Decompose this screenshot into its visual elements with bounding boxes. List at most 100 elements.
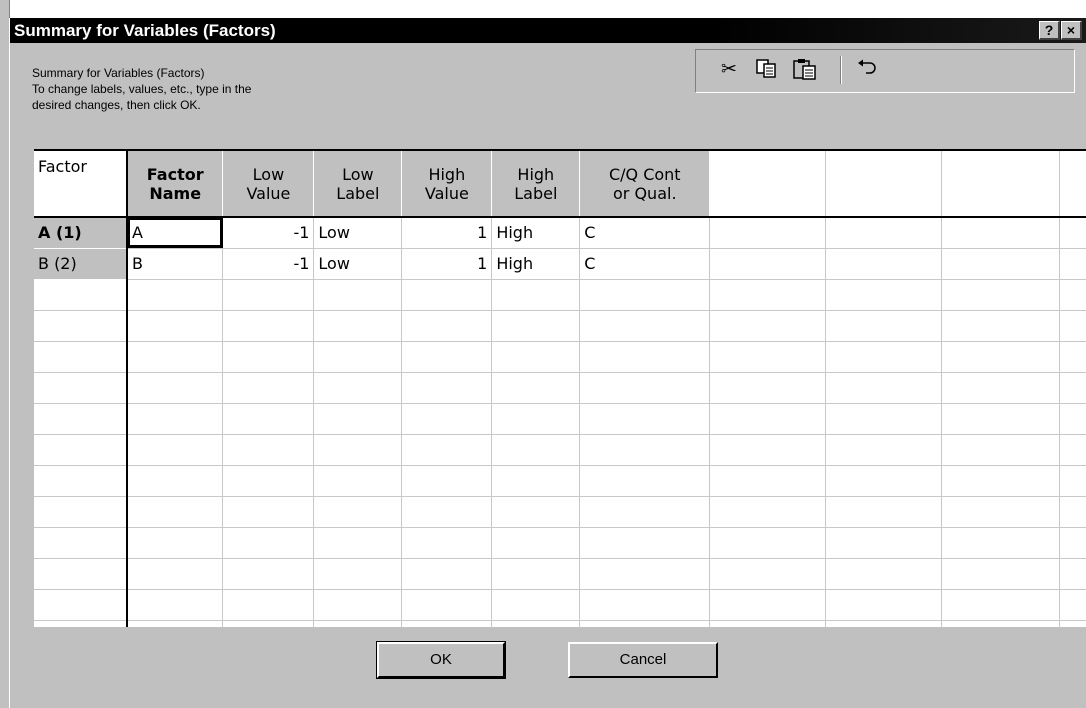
empty-cell[interactable] — [1059, 434, 1086, 466]
empty-cell[interactable] — [579, 434, 711, 466]
empty-cell[interactable] — [941, 310, 1060, 342]
row-header-a[interactable]: A (1) — [34, 217, 128, 249]
empty-cell[interactable] — [709, 496, 827, 528]
empty-cell[interactable] — [709, 589, 827, 621]
empty-cell[interactable] — [941, 341, 1060, 373]
empty-cell[interactable] — [1059, 620, 1086, 627]
row-header-b[interactable]: B (2) — [34, 248, 128, 280]
empty-cell[interactable] — [491, 279, 581, 311]
empty-cell[interactable] — [1059, 279, 1086, 311]
column-header-high-label[interactable]: High Label — [491, 151, 581, 218]
empty-cell[interactable] — [222, 527, 315, 559]
empty-cell[interactable] — [825, 279, 943, 311]
paste-button[interactable] — [792, 58, 818, 82]
cell-high-label[interactable]: High — [491, 217, 581, 249]
empty-cell[interactable] — [1059, 217, 1086, 249]
empty-cell[interactable] — [222, 465, 315, 497]
empty-cell[interactable] — [579, 620, 711, 627]
empty-cell[interactable] — [709, 372, 827, 404]
cut-button[interactable]: ✂ — [716, 58, 742, 82]
empty-cell[interactable] — [825, 248, 943, 280]
empty-cell[interactable] — [126, 279, 224, 311]
empty-cell[interactable] — [579, 372, 711, 404]
empty-cell[interactable] — [222, 434, 315, 466]
empty-cell[interactable] — [313, 558, 403, 590]
empty-cell[interactable] — [709, 620, 827, 627]
empty-cell[interactable] — [491, 372, 581, 404]
empty-cell[interactable] — [1059, 496, 1086, 528]
empty-cell[interactable] — [491, 434, 581, 466]
empty-cell[interactable] — [709, 310, 827, 342]
column-header-factor-name[interactable]: Factor Name — [126, 151, 224, 218]
empty-cell[interactable] — [941, 279, 1060, 311]
empty-cell[interactable] — [313, 527, 403, 559]
empty-cell[interactable] — [825, 465, 943, 497]
empty-cell[interactable] — [941, 558, 1060, 590]
empty-cell[interactable] — [401, 496, 493, 528]
empty-cell[interactable] — [709, 248, 827, 280]
empty-cell[interactable] — [401, 465, 493, 497]
cell-high-label[interactable]: High — [491, 248, 581, 280]
empty-cell[interactable] — [401, 372, 493, 404]
empty-cell[interactable] — [709, 465, 827, 497]
empty-cell[interactable] — [491, 589, 581, 621]
empty-cell[interactable] — [126, 310, 224, 342]
empty-cell[interactable] — [313, 341, 403, 373]
empty-cell[interactable] — [222, 620, 315, 627]
cell-factor-name[interactable]: B — [126, 248, 224, 280]
empty-cell[interactable] — [709, 527, 827, 559]
empty-cell[interactable] — [401, 589, 493, 621]
empty-cell[interactable] — [941, 496, 1060, 528]
empty-cell[interactable] — [126, 620, 224, 627]
empty-cell[interactable] — [126, 434, 224, 466]
empty-cell[interactable] — [1059, 403, 1086, 435]
empty-cell[interactable] — [825, 496, 943, 528]
empty-cell[interactable] — [401, 620, 493, 627]
empty-cell[interactable] — [222, 589, 315, 621]
empty-cell[interactable] — [579, 589, 711, 621]
empty-cell[interactable] — [491, 496, 581, 528]
empty-cell[interactable] — [126, 341, 224, 373]
empty-cell[interactable] — [313, 465, 403, 497]
empty-cell[interactable] — [313, 372, 403, 404]
empty-cell[interactable] — [401, 434, 493, 466]
empty-cell[interactable] — [126, 465, 224, 497]
cell-factor-name[interactable]: A — [126, 217, 224, 249]
empty-cell[interactable] — [579, 310, 711, 342]
empty-cell[interactable] — [709, 279, 827, 311]
empty-cell[interactable] — [579, 341, 711, 373]
empty-cell[interactable] — [313, 434, 403, 466]
empty-cell[interactable] — [825, 403, 943, 435]
empty-cell[interactable] — [491, 465, 581, 497]
help-button[interactable]: ? — [1039, 21, 1060, 40]
cancel-button[interactable]: Cancel — [568, 642, 718, 678]
empty-cell[interactable] — [491, 341, 581, 373]
empty-cell[interactable] — [579, 527, 711, 559]
empty-cell[interactable] — [825, 558, 943, 590]
empty-cell[interactable] — [126, 558, 224, 590]
empty-cell[interactable] — [825, 372, 943, 404]
empty-cell[interactable] — [825, 589, 943, 621]
empty-cell[interactable] — [491, 527, 581, 559]
empty-cell[interactable] — [825, 434, 943, 466]
empty-cell[interactable] — [126, 372, 224, 404]
empty-cell[interactable] — [401, 310, 493, 342]
factor-grid[interactable]: Factor Factor Name Low Value Low Label H… — [34, 149, 1086, 627]
empty-cell[interactable] — [709, 217, 827, 249]
empty-cell[interactable] — [222, 279, 315, 311]
empty-cell[interactable] — [579, 403, 711, 435]
empty-cell[interactable] — [1059, 372, 1086, 404]
empty-cell[interactable] — [709, 434, 827, 466]
column-header-cq[interactable]: C/Q Cont or Qual. — [579, 151, 711, 218]
empty-cell[interactable] — [1059, 527, 1086, 559]
empty-cell[interactable] — [313, 620, 403, 627]
empty-cell[interactable] — [941, 527, 1060, 559]
empty-cell[interactable] — [825, 217, 943, 249]
empty-cell[interactable] — [222, 310, 315, 342]
empty-cell[interactable] — [579, 558, 711, 590]
ok-button[interactable]: OK — [376, 641, 506, 679]
empty-cell[interactable] — [401, 403, 493, 435]
empty-cell[interactable] — [313, 589, 403, 621]
empty-cell[interactable] — [941, 465, 1060, 497]
empty-cell[interactable] — [825, 341, 943, 373]
